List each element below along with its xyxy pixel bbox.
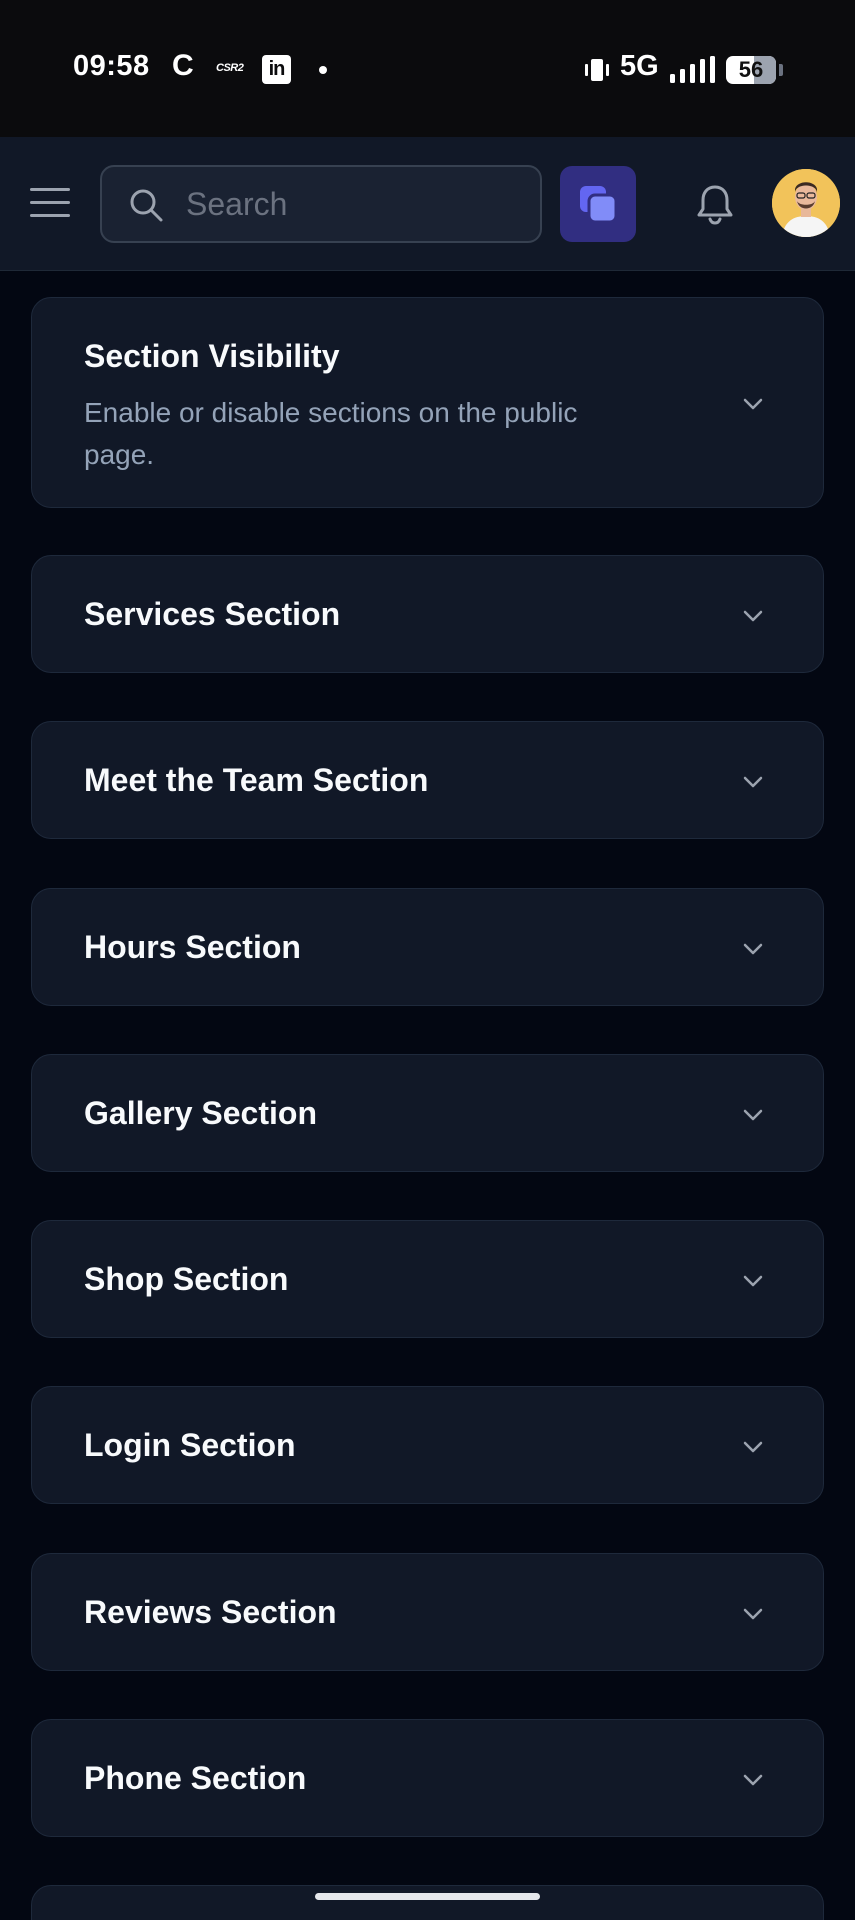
reviews-section-card[interactable]: Reviews Section bbox=[31, 1553, 824, 1671]
card-title: Services Section bbox=[84, 596, 341, 632]
csr2-app-icon: CSR2 bbox=[216, 62, 244, 74]
copy-icon bbox=[580, 186, 618, 224]
sections-list: Section Visibility Enable or disable sec… bbox=[0, 271, 855, 1920]
card-title: Hours Section bbox=[84, 929, 301, 965]
shop-section-card[interactable]: Shop Section bbox=[31, 1220, 824, 1338]
vibrate-icon bbox=[583, 56, 611, 89]
menu-icon[interactable] bbox=[30, 188, 70, 220]
battery-tip bbox=[779, 64, 783, 76]
avatar[interactable] bbox=[772, 169, 840, 237]
card-description: Enable or disable sections on the public… bbox=[84, 397, 578, 470]
signal-strength-icon bbox=[670, 56, 716, 89]
meet-the-team-section-card[interactable]: Meet the Team Section bbox=[31, 721, 824, 839]
card-title: Reviews Section bbox=[84, 1594, 337, 1630]
status-bar: 09:58 C CSR2 in 5G 56 bbox=[0, 0, 855, 137]
card-title: Login Section bbox=[84, 1427, 296, 1463]
card-title: Gallery Section bbox=[84, 1095, 317, 1131]
copy-button[interactable] bbox=[560, 166, 636, 242]
chevron-down-icon[interactable] bbox=[740, 391, 766, 417]
bell-icon bbox=[697, 185, 733, 225]
notifications-button[interactable] bbox=[690, 179, 740, 229]
more-notifications-dot-icon bbox=[319, 66, 327, 74]
login-section-card[interactable]: Login Section bbox=[31, 1386, 824, 1504]
battery-icon: 56 bbox=[726, 56, 776, 84]
search-input[interactable] bbox=[184, 167, 524, 241]
network-type: 5G bbox=[620, 50, 659, 82]
section-visibility-card[interactable]: Section Visibility Enable or disable sec… bbox=[31, 297, 824, 508]
card-title: Phone Section bbox=[84, 1760, 307, 1796]
card-title: Meet the Team Section bbox=[84, 762, 429, 798]
gallery-section-card[interactable]: Gallery Section bbox=[31, 1054, 824, 1172]
card-title: Shop Section bbox=[84, 1261, 289, 1297]
services-section-card[interactable]: Services Section bbox=[31, 555, 824, 673]
chevron-down-icon[interactable] bbox=[740, 1268, 766, 1294]
chevron-down-icon[interactable] bbox=[740, 769, 766, 795]
chevron-down-icon[interactable] bbox=[740, 936, 766, 962]
chevron-down-icon[interactable] bbox=[740, 1102, 766, 1128]
chevron-down-icon[interactable] bbox=[740, 1601, 766, 1627]
chevron-down-icon[interactable] bbox=[740, 603, 766, 629]
card-title: Section Visibility bbox=[84, 338, 340, 374]
c-app-icon: C bbox=[172, 49, 194, 82]
linkedin-icon: in bbox=[262, 55, 291, 84]
next-section-card[interactable] bbox=[31, 1885, 824, 1920]
chevron-down-icon[interactable] bbox=[740, 1767, 766, 1793]
chevron-down-icon[interactable] bbox=[740, 1434, 766, 1460]
battery-level: 56 bbox=[738, 57, 764, 82]
home-indicator[interactable] bbox=[315, 1893, 540, 1900]
hours-section-card[interactable]: Hours Section bbox=[31, 888, 824, 1006]
app-header bbox=[0, 137, 855, 271]
status-time: 09:58 bbox=[73, 50, 150, 82]
phone-section-card[interactable]: Phone Section bbox=[31, 1719, 824, 1837]
search-icon bbox=[128, 187, 164, 228]
search-bar[interactable] bbox=[100, 165, 542, 243]
